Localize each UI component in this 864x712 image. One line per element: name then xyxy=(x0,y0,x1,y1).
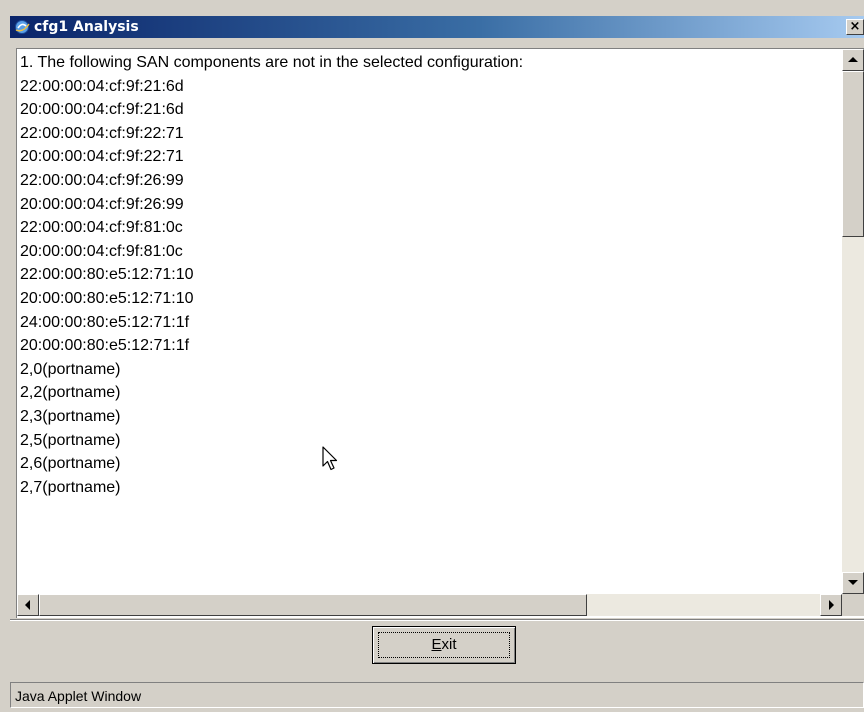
text-line: 2,6(portname) xyxy=(20,455,121,473)
close-icon: × xyxy=(849,19,861,34)
arrow-down-icon xyxy=(848,580,858,585)
text-content: 1. The following SAN components are not … xyxy=(17,49,842,499)
scroll-up-button[interactable] xyxy=(842,49,864,71)
text-line: 20:00:00:04:cf:9f:81:0c xyxy=(20,242,183,260)
vertical-scroll-thumb[interactable] xyxy=(842,71,864,237)
status-text: Java Applet Window xyxy=(15,688,142,704)
arrow-up-icon xyxy=(848,57,858,62)
text-line: 20:00:00:04:cf:9f:26:99 xyxy=(20,195,184,213)
text-line: 20:00:00:80:e5:12:71:1f xyxy=(20,337,190,355)
title-bar[interactable]: cfg1 Analysis × xyxy=(10,16,864,38)
ie-globe-icon xyxy=(15,20,30,34)
arrow-left-icon xyxy=(25,600,30,610)
horizontal-scrollbar[interactable] xyxy=(17,594,842,616)
text-viewport[interactable]: 1. The following SAN components are not … xyxy=(17,49,842,594)
text-line: 22:00:00:80:e5:12:71:10 xyxy=(20,266,194,284)
applet-window: cfg1 Analysis × 1. The following SAN com… xyxy=(0,0,864,712)
text-line: 2,0(portname) xyxy=(20,360,121,378)
close-button[interactable]: × xyxy=(846,19,864,35)
text-line: 24:00:00:80:e5:12:71:1f xyxy=(20,313,190,331)
text-line: 2,3(portname) xyxy=(20,407,121,425)
arrow-right-icon xyxy=(829,600,834,610)
text-line: 2,2(portname) xyxy=(20,384,121,402)
text-line: 2,5(portname) xyxy=(20,431,121,449)
vertical-scrollbar[interactable] xyxy=(842,49,864,594)
scroll-left-button[interactable] xyxy=(17,594,39,616)
text-line: 2,7(portname) xyxy=(20,478,121,496)
text-line: 22:00:00:04:cf:9f:22:71 xyxy=(20,124,184,142)
window-title: cfg1 Analysis xyxy=(34,19,139,35)
text-line: 20:00:00:04:cf:9f:21:6d xyxy=(20,101,184,119)
exit-button-label: Exit xyxy=(431,636,457,653)
exit-button[interactable]: Exit xyxy=(372,626,516,664)
text-line: 22:00:00:04:cf:9f:21:6d xyxy=(20,77,184,95)
divider xyxy=(10,619,864,621)
text-line: 20:00:00:04:cf:9f:22:71 xyxy=(20,148,184,166)
analysis-text-area[interactable]: 1. The following SAN components are not … xyxy=(16,48,864,618)
scrollbar-corner xyxy=(842,594,864,616)
status-bar: Java Applet Window xyxy=(10,682,864,708)
text-line: 20:00:00:80:e5:12:71:10 xyxy=(20,289,194,307)
text-line: 1. The following SAN components are not … xyxy=(20,54,524,71)
text-line: 22:00:00:04:cf:9f:26:99 xyxy=(20,171,184,189)
mouse-pointer-icon xyxy=(322,446,338,471)
scroll-down-button[interactable] xyxy=(842,572,864,594)
text-line: 22:00:00:04:cf:9f:81:0c xyxy=(20,219,183,237)
horizontal-scroll-thumb[interactable] xyxy=(39,594,587,616)
scroll-right-button[interactable] xyxy=(820,594,842,616)
